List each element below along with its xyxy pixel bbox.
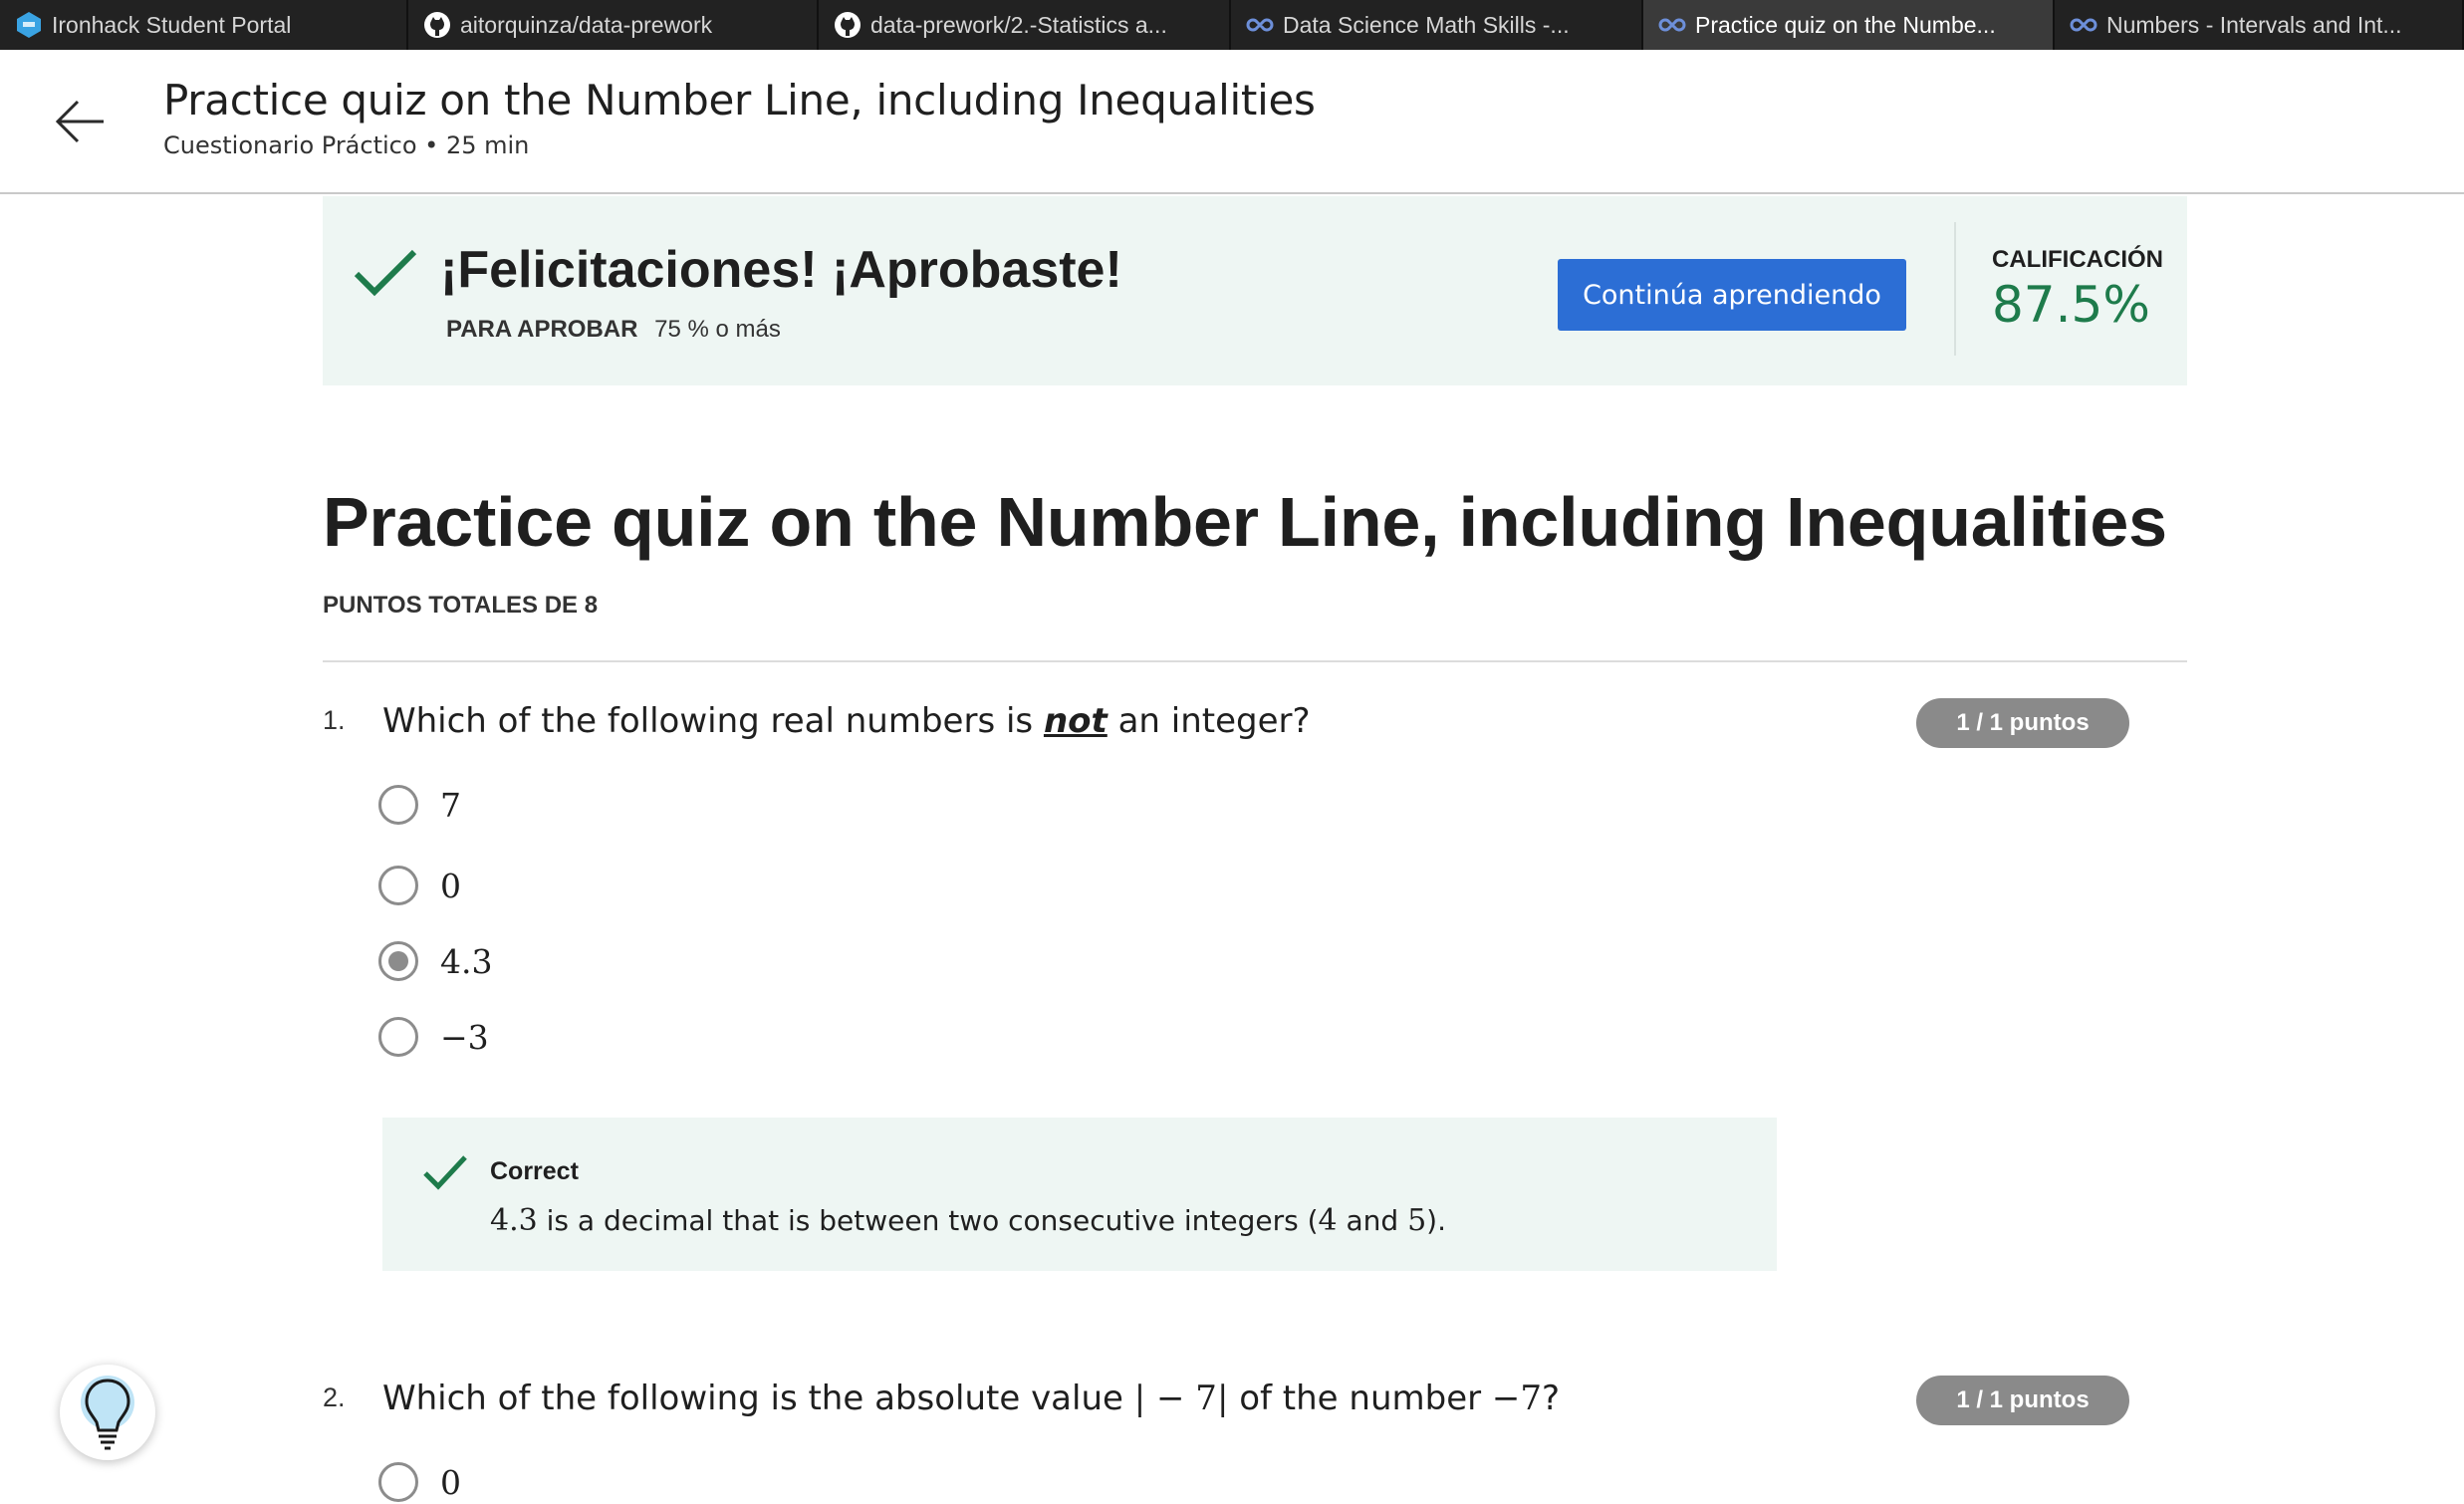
radio-button[interactable] [378, 1462, 418, 1502]
banner-divider [1954, 222, 1956, 356]
feedback-text: 4.3 is a decimal that is between two con… [490, 1203, 1446, 1238]
answer-feedback: Correct 4.3 is a decimal that is between… [382, 1118, 1777, 1271]
github-icon [835, 12, 861, 38]
result-banner: ¡Felicitaciones! ¡Aprobaste! PARA APROBA… [323, 196, 2187, 385]
tab-label: Numbers - Intervals and Int... [2106, 11, 2402, 38]
question-math: | − 7| [1133, 1379, 1229, 1418]
browser-tab-github-repo[interactable]: aitorquinza/data-prework [408, 0, 819, 50]
feedback-text-part: ). [1426, 1204, 1446, 1237]
option-label: −3 [440, 1017, 489, 1057]
question-text-part: ? [1542, 1379, 1561, 1418]
question-math: −7 [1491, 1379, 1543, 1418]
coursera-icon [2070, 18, 2097, 32]
coursera-icon [1246, 18, 1274, 32]
grade-label: CALIFICACIÓN [1992, 246, 2163, 273]
answer-option[interactable]: 0 [378, 1458, 461, 1504]
tab-label: Data Science Math Skills -... [1283, 11, 1570, 38]
header-subtitle: Cuestionario Práctico • 25 min [163, 131, 530, 159]
help-button[interactable] [60, 1365, 155, 1460]
passing-requirement: PARA APROBAR 75 % o más [446, 316, 781, 344]
option-label: 4.3 [440, 941, 493, 981]
radio-button[interactable] [378, 866, 418, 905]
feedback-math: 4.3 [490, 1203, 538, 1238]
feedback-math: 4 [1318, 1203, 1338, 1238]
browser-tab-coursera-numbers[interactable]: Numbers - Intervals and Int... [2055, 0, 2464, 50]
page-header: Practice quiz on the Number Line, includ… [0, 50, 2464, 194]
quiz-title: Practice quiz on the Number Line, includ… [323, 483, 2167, 561]
browser-tab-coursera-math[interactable]: Data Science Math Skills -... [1231, 0, 1643, 50]
browser-tab-ironhack[interactable]: Ironhack Student Portal [0, 0, 408, 50]
question-text-part: Which of the following real numbers is [382, 701, 1044, 741]
tab-label: Ironhack Student Portal [52, 11, 292, 38]
browser-tab-github-statistics[interactable]: data-prework/2.-Statistics a... [819, 0, 1231, 50]
ironhack-logo-icon [17, 12, 41, 38]
feedback-math: 5 [1407, 1203, 1427, 1238]
points-badge: 1 / 1 puntos [1916, 698, 2129, 748]
feedback-text-part: and [1337, 1204, 1408, 1237]
question-text: Which of the following is the absolute v… [382, 1379, 1560, 1418]
question-number: 2. [323, 1382, 346, 1412]
tab-label: aitorquinza/data-prework [460, 11, 713, 38]
pass-label: PARA APROBAR [446, 316, 638, 343]
browser-tab-bar: Ironhack Student Portal aitorquinza/data… [0, 0, 2464, 50]
congratulations-title: ¡Felicitaciones! ¡Aprobaste! [440, 241, 1122, 299]
feedback-text-part: is a decimal that is between two consecu… [537, 1204, 1319, 1237]
continue-learning-button[interactable]: Continúa aprendiendo [1558, 259, 1906, 331]
grade-value: 87.5% [1992, 276, 2150, 334]
question-text-part: an integer? [1107, 701, 1311, 741]
question-text-part: Which of the following is the absolute v… [382, 1379, 1134, 1418]
github-icon [424, 12, 450, 38]
browser-tab-coursera-quiz[interactable]: Practice quiz on the Numbe... [1643, 0, 2055, 50]
section-divider [323, 660, 2187, 662]
tab-label: Practice quiz on the Numbe... [1695, 11, 1996, 38]
tab-label: data-prework/2.-Statistics a... [870, 11, 1167, 38]
checkmark-icon [354, 249, 417, 297]
header-title: Practice quiz on the Number Line, includ… [163, 76, 1316, 125]
answer-option[interactable]: 0 [378, 862, 461, 909]
question-text: Which of the following real numbers is n… [382, 701, 1311, 741]
option-label: 7 [440, 785, 461, 825]
radio-button[interactable] [378, 1017, 418, 1057]
option-label: 0 [440, 1462, 461, 1502]
radio-button-selected[interactable] [378, 941, 418, 981]
checkmark-icon [423, 1155, 467, 1190]
pass-value: 75 % o más [654, 316, 781, 343]
total-points: PUNTOS TOTALES DE 8 [323, 592, 599, 619]
back-arrow-icon[interactable] [50, 92, 110, 151]
answer-option[interactable]: 7 [378, 781, 461, 829]
answer-option[interactable]: −3 [378, 1013, 489, 1061]
feedback-title: Correct [490, 1157, 579, 1185]
lightbulb-icon [81, 1376, 134, 1450]
option-label: 0 [440, 866, 461, 905]
question-text-part: of the number [1228, 1379, 1492, 1418]
answer-option[interactable]: 4.3 [378, 937, 492, 985]
question-emphasis: not [1043, 701, 1108, 741]
question-number: 1. [323, 705, 346, 735]
points-badge: 1 / 1 puntos [1916, 1376, 2129, 1425]
radio-button[interactable] [378, 785, 418, 825]
coursera-icon [1658, 18, 1686, 32]
